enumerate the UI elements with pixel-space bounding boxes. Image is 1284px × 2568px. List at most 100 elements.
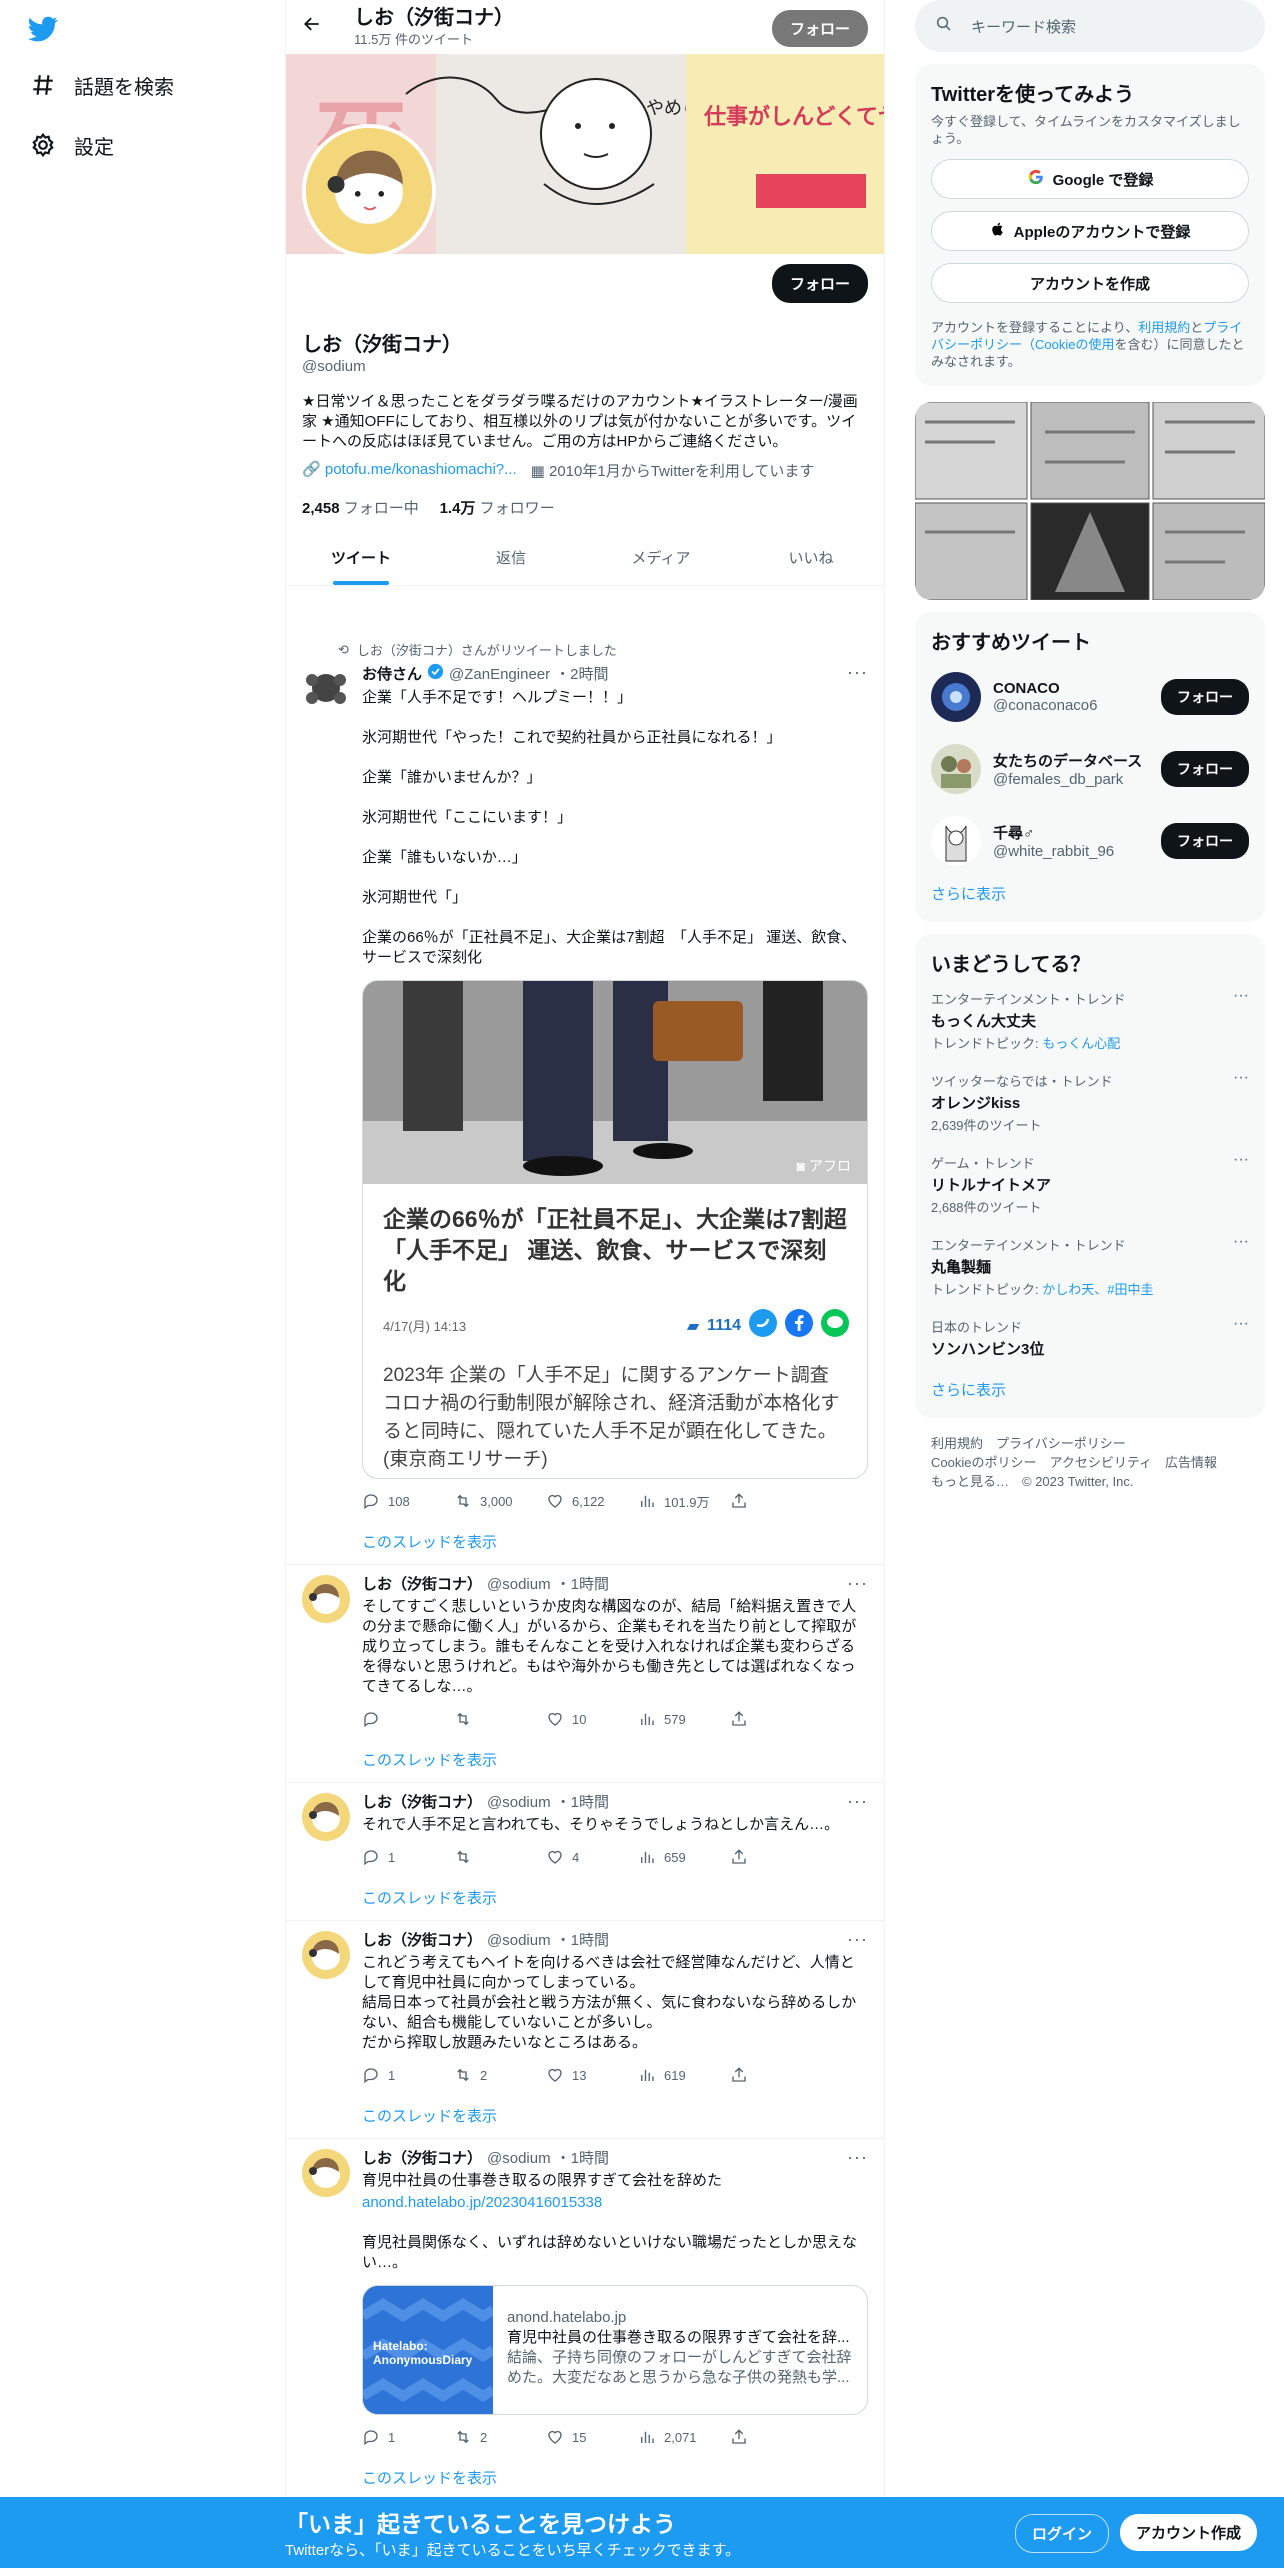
- more-options-icon[interactable]: ···: [847, 1929, 868, 1950]
- retweet-button[interactable]: [454, 1848, 546, 1866]
- search-input[interactable]: キーワード検索: [971, 16, 1076, 37]
- profile-follow-button[interactable]: フォロー: [771, 264, 868, 303]
- comment-bubble-icon[interactable]: ▰: [687, 1316, 699, 1336]
- views-button[interactable]: 619: [638, 2066, 730, 2084]
- recommend-follow-button[interactable]: フォロー: [1161, 751, 1249, 787]
- like-button[interactable]: 15: [546, 2428, 638, 2446]
- trend-item[interactable]: 日本のトレンド ソンハンビン3位 ···: [931, 1311, 1249, 1373]
- line-share-icon[interactable]: [821, 1309, 849, 1342]
- tweet-author-name[interactable]: お侍さん: [362, 665, 422, 685]
- nav-explore[interactable]: 話題を検索: [28, 70, 174, 100]
- media-preview-grid[interactable]: [915, 402, 1265, 600]
- tab-tweets[interactable]: ツイート: [286, 532, 436, 585]
- avatar[interactable]: [302, 2149, 350, 2197]
- tweet[interactable]: ··· しお（汐街コナ） @sodium ・1時間 そしてすごく悲しいというか皮…: [286, 1565, 884, 1783]
- tweet-time[interactable]: ・1時間: [556, 2149, 609, 2169]
- tweet-author-handle[interactable]: @sodium: [487, 1931, 551, 1951]
- recommend-name[interactable]: CONACO: [993, 680, 1153, 697]
- terms-link[interactable]: 利用規約: [1138, 320, 1190, 335]
- twitter-share-icon[interactable]: [749, 1309, 777, 1342]
- show-thread-link[interactable]: このスレッドを表示: [362, 1531, 868, 1552]
- tweet-author-handle[interactable]: @sodium: [487, 1793, 551, 1813]
- footer-line-2[interactable]: Cookieのポリシー アクセシビリティ 広告情報: [931, 1453, 1249, 1472]
- google-signup-button[interactable]: Google で登録: [931, 159, 1249, 199]
- profile-avatar[interactable]: [302, 124, 436, 258]
- tweet-author-name[interactable]: しお（汐街コナ）: [362, 1575, 482, 1595]
- avatar[interactable]: [302, 1931, 350, 1979]
- create-account-button[interactable]: アカウントを作成: [931, 263, 1249, 303]
- tweet[interactable]: ··· しお（汐街コナ） @sodium ・1時間 それで人手不足と言われても、…: [286, 1783, 884, 1921]
- search-box[interactable]: キーワード検索: [915, 0, 1265, 52]
- tweet-link[interactable]: anond.hatelabo.jp/20230416015338: [362, 2193, 868, 2213]
- following-link[interactable]: 2,458 フォロー中: [302, 500, 419, 517]
- tab-replies[interactable]: 返信: [436, 532, 586, 585]
- share-button[interactable]: [730, 2066, 822, 2084]
- trend-item[interactable]: ゲーム・トレンド リトルナイトメア 2,688件のツイート ···: [931, 1147, 1249, 1229]
- retweet-button[interactable]: [454, 1710, 546, 1728]
- retweet-button[interactable]: 3,000: [454, 1492, 546, 1510]
- tweet-author-handle[interactable]: @sodium: [487, 2149, 551, 2169]
- recommend-name[interactable]: 女たちのデータベース: [993, 750, 1153, 771]
- share-button[interactable]: [730, 1710, 822, 1728]
- recommend-show-more[interactable]: さらに表示: [931, 877, 1249, 908]
- share-button[interactable]: [730, 1848, 822, 1866]
- tweet-author-handle[interactable]: @ZanEngineer: [449, 665, 550, 685]
- trend-item[interactable]: ツイッターならでは・トレンド オレンジkiss 2,639件のツイート ···: [931, 1065, 1249, 1147]
- apple-signup-button[interactable]: Appleのアカウントで登録: [931, 211, 1249, 251]
- avatar[interactable]: [931, 744, 981, 794]
- more-options-icon[interactable]: ···: [847, 1791, 868, 1812]
- back-arrow-icon[interactable]: [302, 14, 334, 40]
- tweet-author-name[interactable]: しお（汐街コナ）: [362, 1793, 482, 1813]
- profile-link-text[interactable]: potofu.me/konashiomachi?...: [325, 461, 517, 478]
- reply-button[interactable]: 108: [362, 1492, 454, 1510]
- recommend-name[interactable]: 千尋♂: [993, 822, 1153, 843]
- trend-sub-link[interactable]: もっくん心配: [1042, 1036, 1120, 1051]
- show-thread-link[interactable]: このスレッドを表示: [362, 2467, 868, 2488]
- show-thread-link[interactable]: このスレッドを表示: [362, 1887, 868, 1908]
- followers-link[interactable]: 1.4万 フォロワー: [440, 500, 555, 517]
- more-options-icon[interactable]: ···: [1233, 987, 1249, 1005]
- avatar[interactable]: [302, 1575, 350, 1623]
- more-options-icon[interactable]: ···: [1233, 1069, 1249, 1087]
- link-card[interactable]: Hatelabo: AnonymousDiary anond.hatelabo.…: [362, 2285, 868, 2415]
- more-options-icon[interactable]: ···: [1233, 1315, 1249, 1333]
- tweet-author-handle[interactable]: @sodium: [487, 1575, 551, 1595]
- recommend-follow-button[interactable]: フォロー: [1161, 679, 1249, 715]
- like-button[interactable]: 6,122: [546, 1492, 638, 1510]
- footer-line-3[interactable]: もっと見る… © 2023 Twitter, Inc.: [931, 1472, 1249, 1491]
- recommend-item[interactable]: 千尋♂ @white_rabbit_96 フォロー: [931, 805, 1249, 877]
- recommend-item[interactable]: 女たちのデータベース @females_db_park フォロー: [931, 733, 1249, 805]
- tweet[interactable]: ⟲ しお（汐街コナ）さんがリツイートしました ··· お侍さん @ZanEngi…: [286, 634, 884, 1565]
- tweet-time[interactable]: ・1時間: [556, 1793, 609, 1813]
- signup-button[interactable]: アカウント作成: [1120, 2514, 1258, 2551]
- show-thread-link[interactable]: このスレッドを表示: [362, 1749, 868, 1770]
- trend-item[interactable]: エンターテインメント・トレンド 丸亀製麺 トレンドトピック: かしわ天、#田中圭…: [931, 1229, 1249, 1311]
- tweet[interactable]: ··· しお（汐街コナ） @sodium ・1時間 育児中社員の仕事巻き取るの限…: [286, 2139, 884, 2501]
- recommend-follow-button[interactable]: フォロー: [1161, 823, 1249, 859]
- tab-likes[interactable]: いいね: [736, 532, 884, 585]
- share-button[interactable]: [730, 1492, 822, 1510]
- share-button[interactable]: [730, 2428, 822, 2446]
- profile-link[interactable]: 🔗 potofu.me/konashiomachi?...: [302, 460, 517, 481]
- reply-button[interactable]: 1: [362, 2066, 454, 2084]
- like-button[interactable]: 10: [546, 1710, 638, 1728]
- views-button[interactable]: 659: [638, 1848, 730, 1866]
- more-options-icon[interactable]: ···: [1233, 1233, 1249, 1251]
- trend-sub-link[interactable]: かしわ天、#田中圭: [1042, 1282, 1153, 1297]
- like-button[interactable]: 13: [546, 2066, 638, 2084]
- views-button[interactable]: 101.9万: [638, 1492, 730, 1511]
- header-follow-button[interactable]: フォロー: [771, 10, 868, 47]
- article-card[interactable]: ◙ アフロ 企業の66％が「正社員不足」、大企業は7割超 「人手不足」 運送、飲…: [362, 980, 868, 1479]
- footer-line-1[interactable]: 利用規約 プライバシーポリシー: [931, 1434, 1249, 1453]
- more-options-icon[interactable]: ···: [847, 2147, 868, 2168]
- facebook-share-icon[interactable]: [785, 1309, 813, 1342]
- tweet-time[interactable]: ・2時間: [555, 665, 608, 685]
- trends-show-more[interactable]: さらに表示: [931, 1373, 1249, 1404]
- article-comment-count[interactable]: 1114: [707, 1317, 741, 1335]
- tweet-author-name[interactable]: しお（汐街コナ）: [362, 2149, 482, 2169]
- reply-button[interactable]: [362, 1710, 454, 1728]
- views-button[interactable]: 2,071: [638, 2428, 730, 2446]
- views-button[interactable]: 579: [638, 1710, 730, 1728]
- tweet-time[interactable]: ・1時間: [556, 1575, 609, 1595]
- reply-button[interactable]: 1: [362, 2428, 454, 2446]
